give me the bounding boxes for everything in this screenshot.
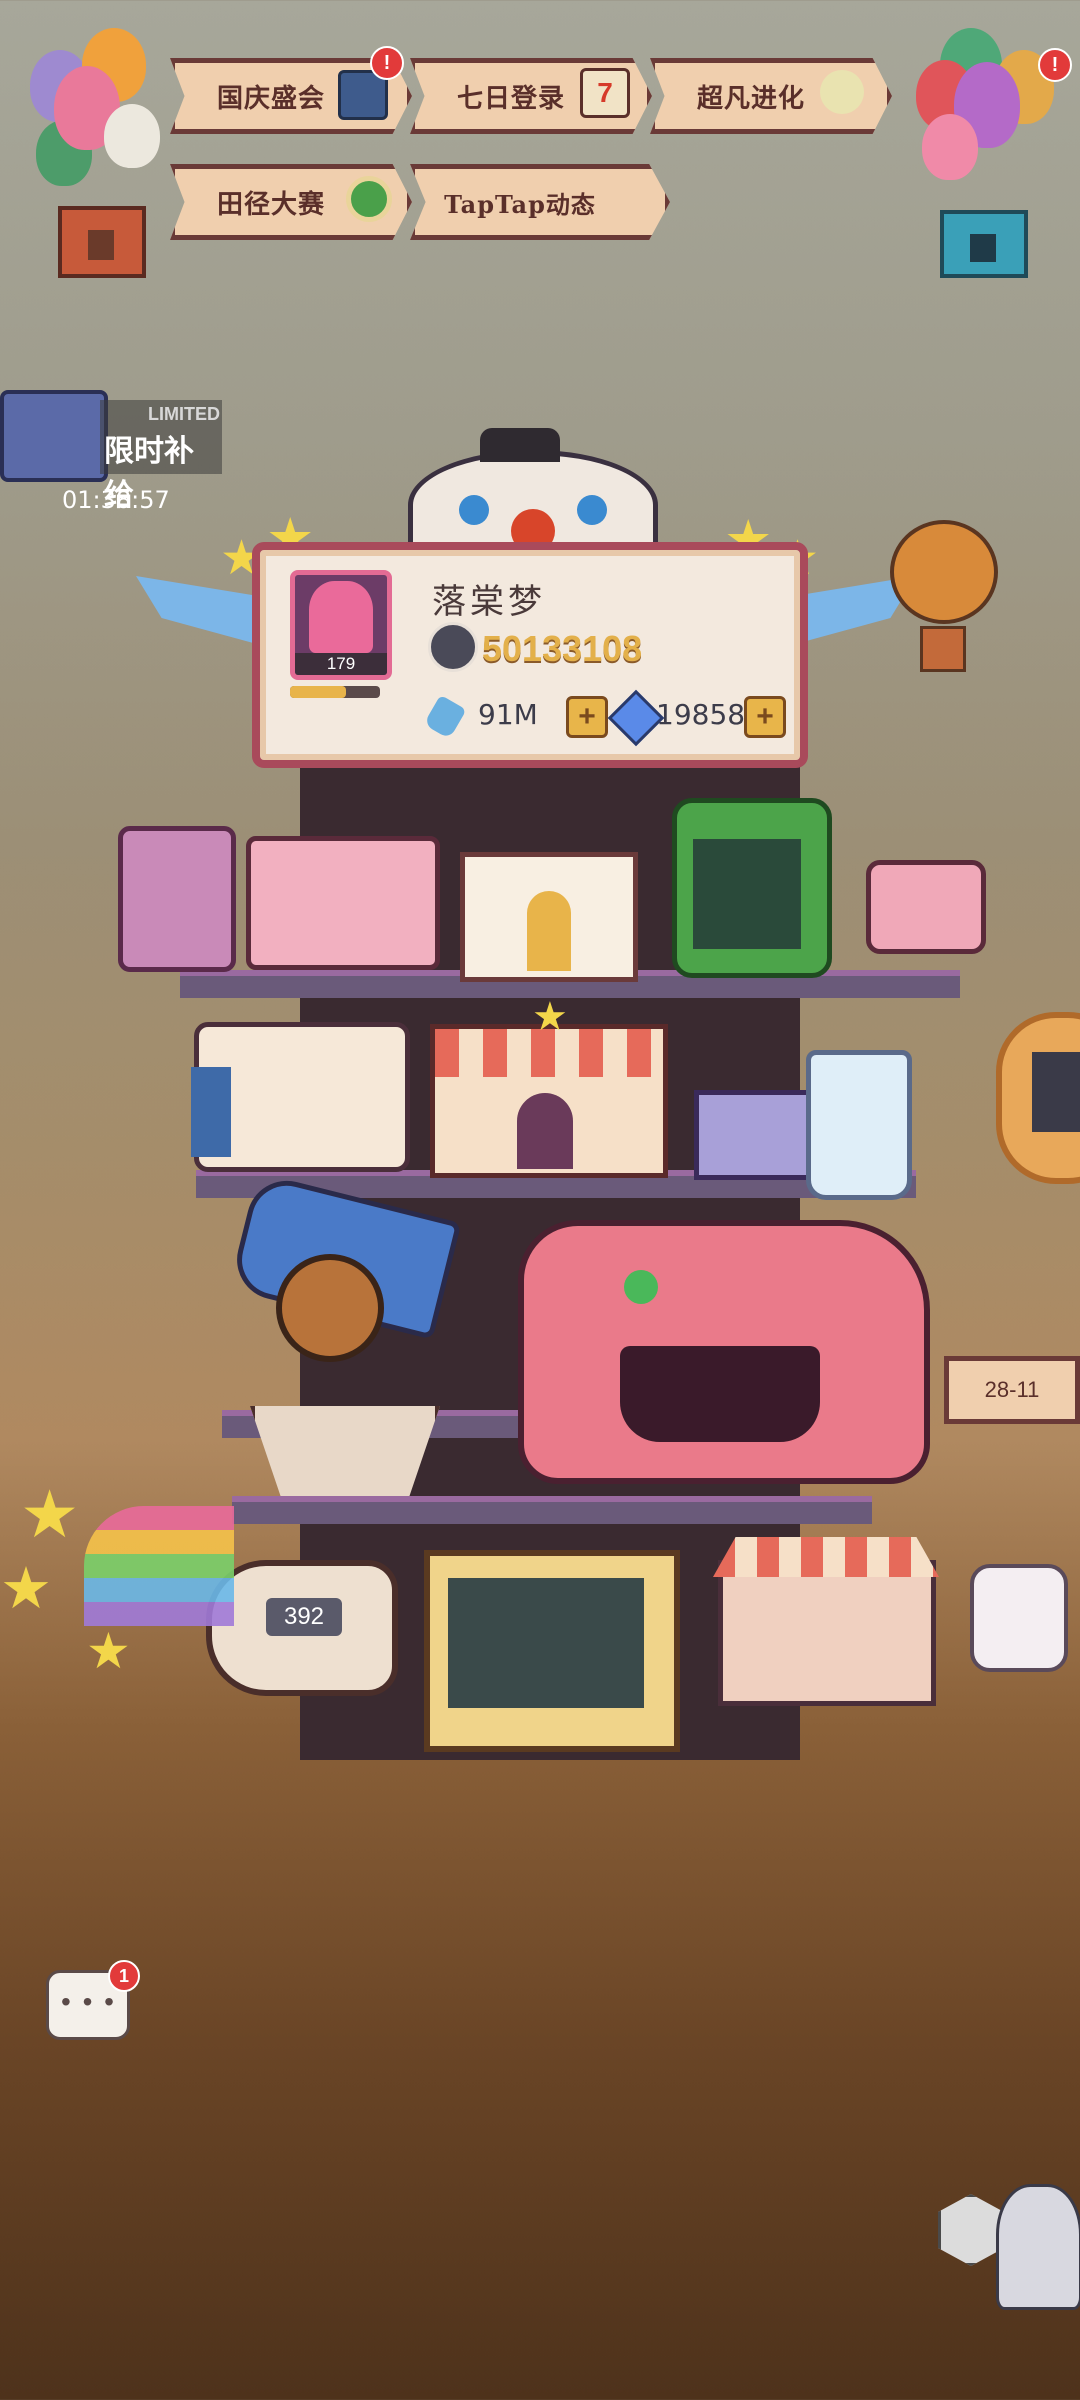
star-icon: ★ [20, 1477, 80, 1551]
bottle-count: 91M [478, 698, 538, 731]
hippo[interactable] [518, 1220, 930, 1484]
rainbow [84, 1506, 234, 1626]
limited-timer: 01:38:57 [62, 486, 170, 514]
score-sign: 28-11 [944, 1356, 1080, 1424]
frog-board[interactable] [672, 798, 832, 978]
shiba-balloon[interactable] [890, 520, 998, 624]
side-event-button[interactable] [996, 1012, 1080, 1184]
star-icon: ★ [86, 1623, 131, 1679]
claw-machine[interactable] [424, 1550, 680, 1752]
score-icon [428, 622, 478, 672]
notification-badge: ! [370, 46, 404, 80]
player-level: 179 [295, 653, 387, 675]
star-icon: ★ [0, 1556, 52, 1621]
banner-label: 超凡进化 [696, 83, 805, 114]
gem-count: 19858 [656, 698, 746, 731]
chat-badge: 1 [108, 1960, 140, 1992]
unicorn[interactable] [970, 1564, 1068, 1672]
ice-cream-truck[interactable] [246, 836, 440, 970]
add-gems-button[interactable]: + [744, 696, 786, 738]
limited-supply-button[interactable]: LIMITED 限时补给 [0, 382, 222, 513]
gift-box[interactable] [460, 852, 638, 982]
profile-card[interactable]: 179 落棠梦 50133108 91M + 19858 + [252, 542, 808, 768]
carousel[interactable] [713, 1537, 939, 1706]
drink-cup[interactable] [806, 1050, 912, 1200]
limited-tag: LIMITED [148, 404, 220, 424]
character-avatar[interactable] [996, 2184, 1080, 2310]
house-icon [940, 210, 1028, 278]
calendar-icon: 7 [580, 68, 630, 118]
banner-label: 田径大赛 [216, 189, 325, 220]
cannon-counter: 392 [266, 1598, 342, 1636]
shop-building[interactable] [694, 1090, 822, 1180]
exp-bar [290, 686, 380, 698]
bottle-icon [423, 694, 467, 740]
notification-badge: ! [1038, 48, 1072, 82]
rabbit-mailbox[interactable] [866, 860, 986, 954]
balloon-pink [922, 114, 978, 180]
ellipsis-icon: • • • [61, 1986, 116, 2017]
banner-taptap-news[interactable]: TapTap动态 [410, 164, 670, 240]
phone-booth[interactable] [118, 826, 236, 972]
shiba-basket [920, 626, 966, 672]
medal-icon [346, 176, 392, 222]
banner-label: 七日登录 [456, 83, 565, 114]
banner-label: TapTap动态 [444, 189, 596, 219]
rocket-pod[interactable]: 392 [206, 1560, 398, 1696]
dice-icon[interactable] [938, 2194, 1004, 2266]
clown-hat [480, 428, 560, 462]
star-icon: ★ [532, 995, 568, 1039]
circus-tent[interactable] [430, 1024, 668, 1178]
avatar[interactable]: 179 [290, 570, 392, 680]
player-score: 50133108 [482, 628, 643, 669]
cannon-wheel [276, 1254, 384, 1362]
balloon-white [104, 104, 160, 168]
evolution-icon [820, 70, 864, 114]
left-wing [136, 576, 264, 646]
banner-label: 国庆盛会 [216, 83, 325, 114]
supply-crate-icon [0, 390, 108, 482]
shelf-floor-4 [232, 1496, 872, 1524]
house-icon [58, 206, 146, 278]
toy-train[interactable] [191, 1022, 410, 1172]
add-bottles-button[interactable]: + [566, 696, 608, 738]
player-name: 落棠梦 [432, 582, 546, 622]
